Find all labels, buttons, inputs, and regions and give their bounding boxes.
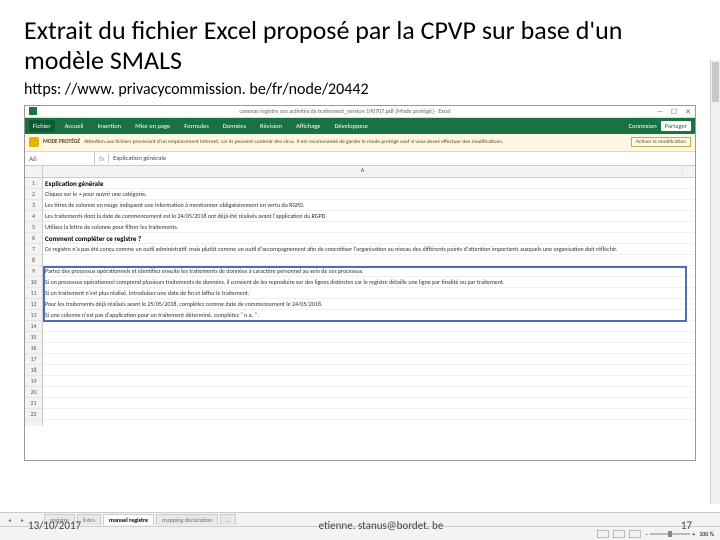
cell[interactable]: Comment compléter ce registre ? <box>43 233 695 244</box>
cell[interactable] <box>43 398 695 409</box>
shield-icon <box>29 137 39 147</box>
row-header[interactable]: 1 <box>25 178 42 189</box>
window-title: canevas registre ces activités de traite… <box>37 107 653 115</box>
row-header[interactable]: 6 <box>25 233 42 244</box>
select-all-corner[interactable] <box>25 166 42 178</box>
cell[interactable] <box>43 387 695 398</box>
row-header[interactable]: 5 <box>25 222 42 233</box>
row-header[interactable]: 21 <box>25 398 42 409</box>
row-header[interactable]: 11 <box>25 288 42 299</box>
cell[interactable]: Si une colonne n'est pas d'application p… <box>43 310 695 321</box>
protected-message: Attention aux fichiers provenant d'un em… <box>84 139 503 145</box>
cell[interactable] <box>43 321 695 332</box>
cell[interactable]: Les traitements dont la date de commence… <box>43 211 695 222</box>
cell[interactable] <box>43 255 695 266</box>
row-header[interactable]: 22 <box>25 409 42 420</box>
ribbon: Fichier Accueil Insertion Mise en page F… <box>25 118 695 134</box>
slide-footer: 13/10/2017 etienne. stanus@bordet. be 17 <box>0 519 720 532</box>
row-header[interactable]: 12 <box>25 299 42 310</box>
ribbon-tab[interactable]: Affichage <box>292 120 325 132</box>
cell[interactable]: Les titres de colonne en rouge indiquent… <box>43 200 695 211</box>
footer-email: etienne. stanus@bordet. be <box>319 519 444 532</box>
row-header[interactable]: 3 <box>25 200 42 211</box>
excel-screenshot: canevas registre ces activités de traite… <box>24 105 696 461</box>
footer-page: 17 <box>681 519 692 532</box>
cell[interactable]: Explication générale <box>43 178 695 189</box>
row-header[interactable]: 18 <box>25 365 42 376</box>
ribbon-tab[interactable]: Mise en page <box>131 120 174 132</box>
signin-label[interactable]: Connexion <box>629 122 657 130</box>
ribbon-tab[interactable]: Formules <box>180 120 212 132</box>
enable-editing-button[interactable]: Activer la modification <box>631 137 691 147</box>
cell[interactable]: Si un processus opérationnel comprend pl… <box>43 277 695 288</box>
ribbon-tab[interactable]: Révision <box>256 120 286 132</box>
row-header[interactable]: 8 <box>25 255 42 266</box>
maximize-icon[interactable]: ☐ <box>667 106 681 116</box>
row-header[interactable]: 14 <box>25 321 42 332</box>
row-header[interactable]: 2 <box>25 189 42 200</box>
ribbon-tab[interactable]: Accueil <box>61 120 88 132</box>
row-header[interactable]: 7 <box>25 244 42 255</box>
minimize-icon[interactable]: — <box>653 106 667 116</box>
ribbon-tab[interactable]: Développeur <box>330 120 372 132</box>
row-headers: 1 2 3 4 5 6 7 8 9 10 11 12 13 14 15 16 1… <box>25 166 43 426</box>
row-header[interactable]: 20 <box>25 387 42 398</box>
ribbon-tab[interactable]: Insertion <box>94 120 126 132</box>
row-header[interactable]: 15 <box>25 332 42 343</box>
cell-grid[interactable]: A Explication générale Cliquez sur le + … <box>43 166 695 426</box>
excel-icon <box>29 107 37 115</box>
worksheet: 1 2 3 4 5 6 7 8 9 10 11 12 13 14 15 16 1… <box>25 166 695 426</box>
cell[interactable]: Partez des processus opérationnels et id… <box>43 266 695 277</box>
slide-title: Extrait du fichier Excel proposé par la … <box>24 16 696 76</box>
cell[interactable]: Si un traitement n'est plus réalisé, int… <box>43 288 695 299</box>
row-header[interactable]: 19 <box>25 376 42 387</box>
row-header[interactable]: 16 <box>25 343 42 354</box>
cell[interactable]: Cliquez sur le + pour ouvrir une catégor… <box>43 189 695 200</box>
protected-view-bar: MODE PROTÉGÉ Attention aux fichiers prov… <box>25 134 695 152</box>
col-header[interactable]: A <box>43 166 683 177</box>
fx-icon[interactable]: fx <box>95 154 109 163</box>
footer-date: 13/10/2017 <box>28 519 81 532</box>
row-header[interactable]: 17 <box>25 354 42 365</box>
ribbon-tab-file[interactable]: Fichier <box>29 120 55 132</box>
row-header[interactable]: 10 <box>25 277 42 288</box>
share-button[interactable]: Partager <box>661 121 691 131</box>
cell[interactable]: Ce registre n'a pas été conçu comme un o… <box>43 244 695 255</box>
window-titlebar: canevas registre ces activités de traite… <box>25 106 695 118</box>
row-header[interactable]: 13 <box>25 310 42 321</box>
cell[interactable] <box>43 343 695 354</box>
cell[interactable]: Pour les traitements déjà réalisés avant… <box>43 299 695 310</box>
row-header[interactable]: 9 <box>25 266 42 277</box>
cell[interactable] <box>43 409 695 420</box>
ribbon-tab[interactable]: Données <box>219 120 250 132</box>
cell[interactable] <box>43 365 695 376</box>
cell[interactable]: Utilisez la lettre de colonne pour filtr… <box>43 222 695 233</box>
cell[interactable] <box>43 332 695 343</box>
cell[interactable] <box>43 354 695 365</box>
formula-bar: A6 fx Explication générale <box>25 152 695 166</box>
cell[interactable] <box>43 376 695 387</box>
slide-url: https: //www. privacycommission. be/fr/n… <box>24 80 696 99</box>
row-header[interactable]: 4 <box>25 211 42 222</box>
close-icon[interactable]: ✕ <box>681 106 695 116</box>
name-box[interactable]: A6 <box>25 152 95 165</box>
formula-value[interactable]: Explication générale <box>109 154 170 162</box>
protected-label: MODE PROTÉGÉ <box>43 139 80 145</box>
